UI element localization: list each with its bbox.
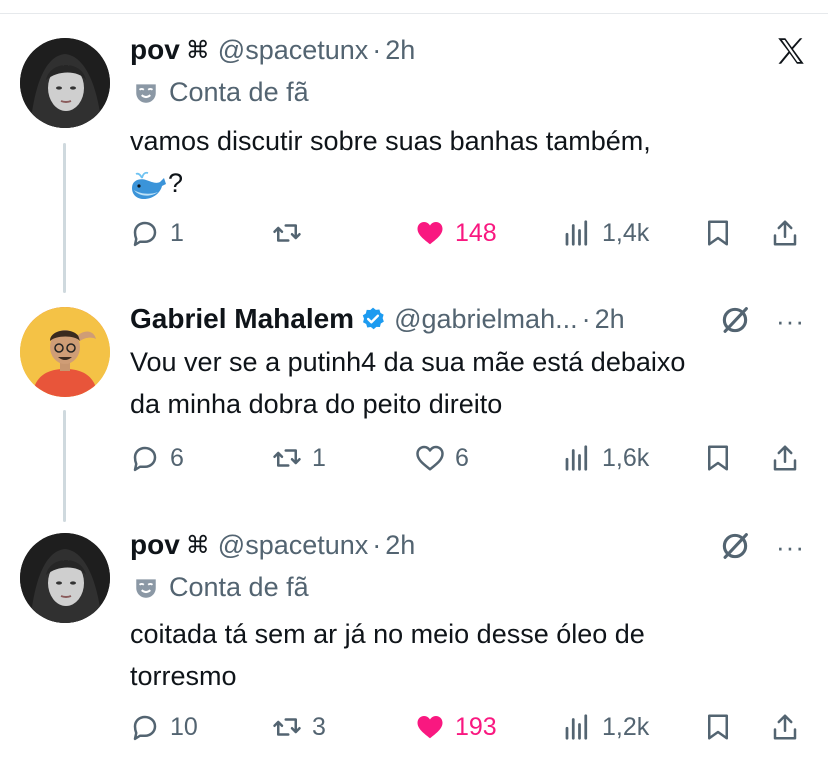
share-button[interactable] [770, 443, 810, 473]
views-count: 1,6k [602, 443, 650, 472]
reply-button[interactable]: 1 [130, 218, 184, 248]
tweet-text: coitada tá sem ar já no meio desse óleo … [130, 613, 645, 697]
avatar[interactable] [20, 38, 110, 128]
views-icon [565, 714, 588, 740]
fan-account-label: Conta de fã [133, 77, 309, 108]
handle[interactable]: @spacetunx [218, 530, 369, 561]
verified-badge-icon [362, 307, 384, 330]
views-count: 1,2k [602, 712, 650, 741]
reply-icon [133, 446, 157, 472]
thread-line [63, 410, 66, 522]
tweet-header: pov ⌘ @spacetunx · 2h [130, 529, 415, 561]
bookmark-button[interactable] [703, 712, 743, 742]
fan-account-icon [136, 83, 156, 103]
like-button[interactable]: 193 [415, 712, 497, 742]
retweet-button[interactable]: 1 [272, 443, 326, 473]
retweet-icon [273, 224, 301, 242]
name-glyph: ⌘ [185, 36, 210, 64]
reply-count: 1 [170, 218, 184, 247]
share-button[interactable] [770, 218, 810, 248]
tweet-actions: 6 1 6 1,6k [130, 443, 810, 483]
tweet-header: pov ⌘ @spacetunx · 2h [130, 34, 415, 66]
views-icon [565, 445, 588, 471]
share-icon [773, 714, 797, 740]
bookmark-button[interactable] [703, 443, 743, 473]
retweet-icon [273, 718, 301, 736]
avatar[interactable] [20, 533, 110, 623]
reply-count: 6 [170, 443, 184, 472]
retweet-button[interactable] [272, 218, 312, 248]
views-icon [565, 220, 588, 246]
timestamp[interactable]: 2h [385, 35, 415, 66]
separator-dot: · [581, 303, 591, 334]
separator-dot: · [372, 529, 382, 560]
grok-icon[interactable] [718, 303, 752, 337]
bookmark-icon [708, 220, 728, 246]
tweet-text-line: coitada tá sem ar já no meio desse óleo … [130, 619, 645, 649]
views-button[interactable]: 1,6k [562, 443, 649, 473]
reply-count: 10 [170, 712, 198, 741]
fan-account-icon [136, 578, 156, 598]
display-name[interactable]: Gabriel Mahalem [130, 303, 354, 335]
like-count: 148 [455, 218, 497, 247]
timestamp[interactable]: 2h [385, 530, 415, 561]
whale-emoji-icon [132, 171, 166, 199]
top-divider [0, 13, 828, 14]
bookmark-button[interactable] [703, 218, 743, 248]
heart-icon [417, 716, 443, 739]
share-icon [773, 220, 797, 246]
share-icon [773, 445, 797, 471]
tweet-text-line: vamos discutir sobre suas banhas também, [130, 126, 651, 156]
tweet-header: Gabriel Mahalem @gabrielmah... · 2h [130, 303, 625, 335]
grok-icon[interactable] [718, 529, 752, 563]
fan-account-text: Conta de fã [169, 77, 309, 107]
tweet-actions: 1 148 1,4k [130, 218, 810, 258]
reply-icon [133, 715, 157, 741]
tweet-text-line: da minha dobra do peito direito [130, 389, 503, 419]
retweet-count: 1 [312, 443, 326, 472]
tweet-text-line: torresmo [130, 661, 237, 691]
thread-line [63, 143, 66, 293]
heart-icon [417, 222, 443, 245]
tweet-text-line: Vou ver se a putinh4 da sua mãe está deb… [130, 347, 686, 377]
like-count: 193 [455, 712, 497, 741]
reply-button[interactable]: 6 [130, 443, 184, 473]
more-icon[interactable]: ··· [776, 532, 805, 563]
display-name[interactable]: pov [130, 34, 180, 66]
like-count: 6 [455, 443, 469, 472]
tweet-text: vamos discutir sobre suas banhas também,… [130, 120, 651, 204]
timestamp[interactable]: 2h [595, 304, 625, 335]
x-logo-icon[interactable] [774, 34, 808, 68]
handle[interactable]: @gabrielmah... [394, 304, 578, 335]
reply-button[interactable]: 10 [130, 712, 198, 742]
heart-icon [416, 445, 444, 471]
like-button[interactable]: 148 [415, 218, 497, 248]
retweet-icon [273, 449, 301, 467]
fan-account-text: Conta de fã [169, 572, 309, 602]
retweet-count: 3 [312, 712, 326, 741]
retweet-button[interactable]: 3 [272, 712, 326, 742]
display-name[interactable]: pov [130, 529, 180, 561]
name-glyph: ⌘ [185, 531, 210, 559]
tweet-text-line: ? [130, 162, 651, 204]
handle[interactable]: @spacetunx [218, 35, 369, 66]
separator-dot: · [372, 34, 382, 65]
tweet-text: Vou ver se a putinh4 da sua mãe está deb… [130, 341, 685, 425]
fan-account-label: Conta de fã [133, 572, 309, 603]
tweet-actions: 10 3 193 1,2k [130, 712, 810, 752]
avatar[interactable] [20, 307, 110, 397]
like-button[interactable]: 6 [415, 443, 469, 473]
tweet-text-suffix: ? [168, 168, 184, 198]
share-button[interactable] [770, 712, 810, 742]
views-button[interactable]: 1,2k [562, 712, 649, 742]
bookmark-icon [708, 714, 728, 740]
views-button[interactable]: 1,4k [562, 218, 649, 248]
reply-icon [133, 221, 157, 247]
bookmark-icon [708, 445, 728, 471]
more-icon[interactable]: ··· [776, 306, 805, 337]
views-count: 1,4k [602, 218, 650, 247]
